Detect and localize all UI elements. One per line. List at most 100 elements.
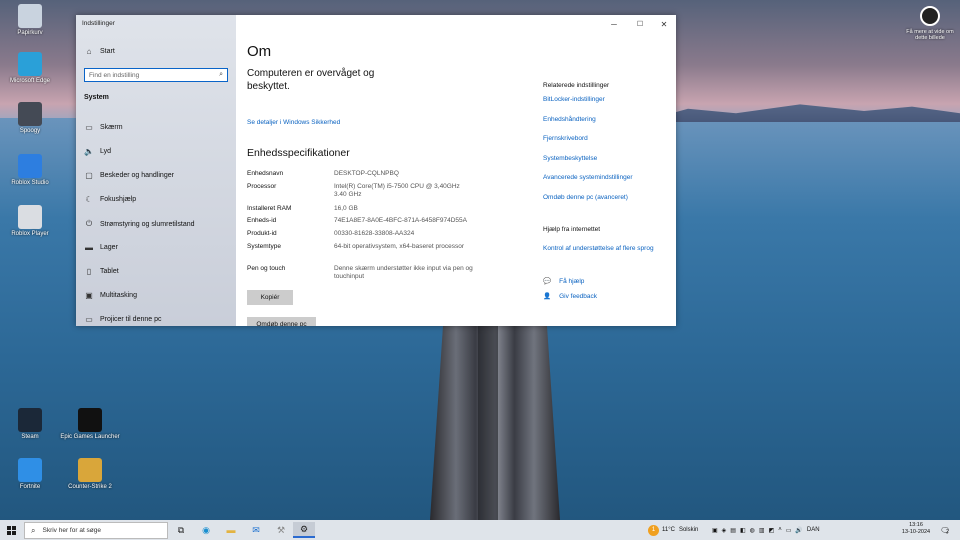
volume-icon[interactable]: 🔊: [795, 527, 802, 534]
desktop-shortcut-label: Counter-Strike 2: [68, 484, 112, 490]
minimize-button[interactable]: ─: [602, 15, 626, 33]
related-settings-link[interactable]: Systembeskyttelse: [543, 155, 597, 162]
notification-center-button[interactable]: 🗨 2: [940, 520, 950, 540]
epic-games-icon: [78, 408, 102, 432]
taskbar: ⌕ Skriv her for at søge ⧉ ◉ ▬ ✉ ⚒ ⚙ 1 11…: [0, 520, 960, 540]
related-settings-link[interactable]: Enhedshåndtering: [543, 116, 596, 123]
app-icon: [18, 102, 42, 126]
sidebar-item-display[interactable]: ▭ Skærm: [84, 123, 123, 132]
web-help-heading: Hjælp fra internettet: [543, 226, 601, 233]
tray-app-icon[interactable]: ▣: [712, 527, 718, 534]
related-settings-heading: Relaterede indstillinger: [543, 82, 610, 89]
copy-button[interactable]: Kopiér: [247, 290, 293, 305]
spec-key: Installeret RAM: [247, 205, 292, 212]
weather-sun-icon: 1: [648, 524, 659, 536]
sidebar-item-project[interactable]: ▭ Projicer til denne pc: [84, 315, 161, 324]
weather-widget[interactable]: 1 11°C Solskin: [648, 520, 698, 540]
search-placeholder: Find en indstilling: [89, 72, 140, 79]
get-help-link[interactable]: 💬 Få hjælp: [543, 277, 584, 285]
sidebar-section-label: System: [84, 94, 109, 101]
desktop-shortcut[interactable]: Microsoft Edge: [0, 52, 60, 84]
maximize-button[interactable]: ☐: [628, 15, 652, 33]
settings-taskbar-icon[interactable]: ⚙: [293, 522, 315, 538]
related-settings-link[interactable]: Avancerede systemindstillinger: [543, 174, 632, 181]
taskbar-search-placeholder: Skriv her for at søge: [42, 527, 102, 534]
desktop-shortcut[interactable]: Steam: [0, 408, 60, 440]
weather-text: Solskin: [678, 527, 699, 533]
steam-tray-icon[interactable]: ◍: [750, 527, 755, 534]
related-settings-link[interactable]: Fjernskrivebord: [543, 135, 588, 142]
clock[interactable]: 13:16 13-10-2024: [898, 522, 934, 537]
sidebar-item-label: Beskeder og handlinger: [100, 172, 174, 179]
spec-key: Enheds-id: [247, 217, 277, 224]
desktop-shortcut[interactable]: Spoogy: [0, 102, 60, 134]
file-explorer-icon[interactable]: ▬: [220, 522, 242, 538]
security-details-link[interactable]: Se detaljer i Windows Sikkerhed: [247, 119, 340, 126]
search-icon: ⌕: [31, 525, 36, 535]
tray-app-icon[interactable]: ◩: [769, 527, 775, 534]
desktop-shortcut[interactable]: Epic Games Launcher: [60, 408, 120, 440]
settings-search-input[interactable]: Find en indstilling ⌕: [84, 68, 228, 82]
sidebar-item-multitasking[interactable]: ▣ Multitasking: [84, 291, 137, 300]
spec-key: Enhedsnavn: [247, 170, 284, 177]
edge-taskbar-icon[interactable]: ◉: [195, 522, 217, 538]
tray-app-icon[interactable]: ▥: [759, 527, 765, 534]
rename-pc-button[interactable]: Omdøb denne pc: [247, 317, 316, 326]
sidebar-item-label: Strømstyring og slumretilstand: [100, 220, 195, 228]
task-view-icon[interactable]: ⧉: [170, 522, 192, 538]
desktop-shortcut[interactable]: Fortnite: [0, 458, 60, 490]
sidebar-section-title: System: [84, 94, 109, 101]
fortnite-icon: [18, 458, 42, 482]
language-indicator[interactable]: DAN: [807, 527, 820, 533]
network-icon[interactable]: ▭: [786, 527, 792, 534]
feedback-link[interactable]: 👤 Giv feedback: [543, 292, 597, 300]
app-taskbar-icon[interactable]: ⚒: [270, 522, 292, 538]
desktop-shortcut[interactable]: Roblox Player: [0, 205, 60, 237]
tray-app-icon[interactable]: ◧: [740, 527, 746, 534]
tablet-icon: ▯: [86, 267, 92, 276]
sidebar-item-label: Lager: [100, 244, 118, 251]
desktop-shortcut-label: Steam: [21, 434, 39, 440]
spec-key: Pen og touch: [247, 265, 286, 272]
desktop-shortcut-label: Roblox Player: [11, 231, 49, 237]
sidebar-home[interactable]: ⌂ Start: [84, 47, 115, 56]
desktop-shortcut[interactable]: Counter-Strike 2: [60, 458, 120, 490]
desktop-shortcut-label: Roblox Studio: [11, 180, 49, 186]
sound-icon: 🔈: [84, 147, 94, 156]
taskbar-search[interactable]: ⌕ Skriv her for at søge: [24, 522, 168, 539]
sidebar-item-label: Skærm: [100, 124, 123, 131]
clock-time: 13:16: [909, 522, 923, 528]
mail-icon[interactable]: ✉: [245, 522, 267, 538]
tray-app-icon[interactable]: ▤: [730, 527, 736, 534]
protection-status: Computeren er overvåget og beskyttet.: [247, 68, 375, 92]
spec-key: Systemtype: [247, 243, 281, 250]
sidebar-item-tablet[interactable]: ▯ Tablet: [84, 267, 119, 276]
sidebar-item-notifications[interactable]: ▢ Beskeder og handlinger: [84, 171, 174, 180]
close-button[interactable]: ✕: [652, 15, 676, 33]
sidebar-item-storage[interactable]: ▬ Lager: [84, 243, 118, 252]
desktop-shortcut-label: Epic Games Launcher: [60, 434, 120, 440]
spec-key: Produkt-id: [247, 230, 277, 237]
tray-app-icon[interactable]: ◈: [722, 527, 727, 534]
show-hidden-icons[interactable]: ˄: [778, 527, 782, 533]
start-button[interactable]: [0, 520, 22, 540]
desktop-pier-shadow: [478, 326, 498, 520]
spec-value: DESKTOP-CQLNPBQ: [334, 170, 399, 177]
get-help-label: Få hjælp: [559, 278, 585, 285]
learn-more-shortcut[interactable]: Få mere at vide om dette billede: [900, 6, 960, 42]
title-bar[interactable]: Indstillinger ─ ☐ ✕: [76, 15, 676, 33]
cs2-icon: [78, 458, 102, 482]
feedback-label: Giv feedback: [559, 293, 598, 300]
spec-value: Intel(R) Core(TM) i5-7500 CPU @ 3,40GHz …: [334, 183, 460, 199]
feedback-icon: 👤: [543, 293, 552, 300]
desktop-shortcut-label: Microsoft Edge: [9, 78, 51, 84]
related-settings-link[interactable]: Omdøb denne pc (avanceret): [543, 194, 628, 201]
focus-assist-icon: ☾: [85, 195, 93, 204]
desktop-shortcut[interactable]: Papirkurv: [0, 4, 60, 36]
sidebar-item-focus-assist[interactable]: ☾ Fokushjælp: [84, 195, 136, 204]
related-settings-link[interactable]: BitLocker-indstillinger: [543, 96, 605, 103]
sidebar-item-power[interactable]: ⏻ Strømstyring og slumretilstand: [84, 219, 195, 229]
desktop-shortcut[interactable]: Roblox Studio: [0, 154, 60, 186]
multilanguage-support-link[interactable]: Kontrol af understøttelse af flere sprog: [543, 245, 654, 252]
sidebar-item-sound[interactable]: 🔈 Lyd: [84, 147, 111, 156]
